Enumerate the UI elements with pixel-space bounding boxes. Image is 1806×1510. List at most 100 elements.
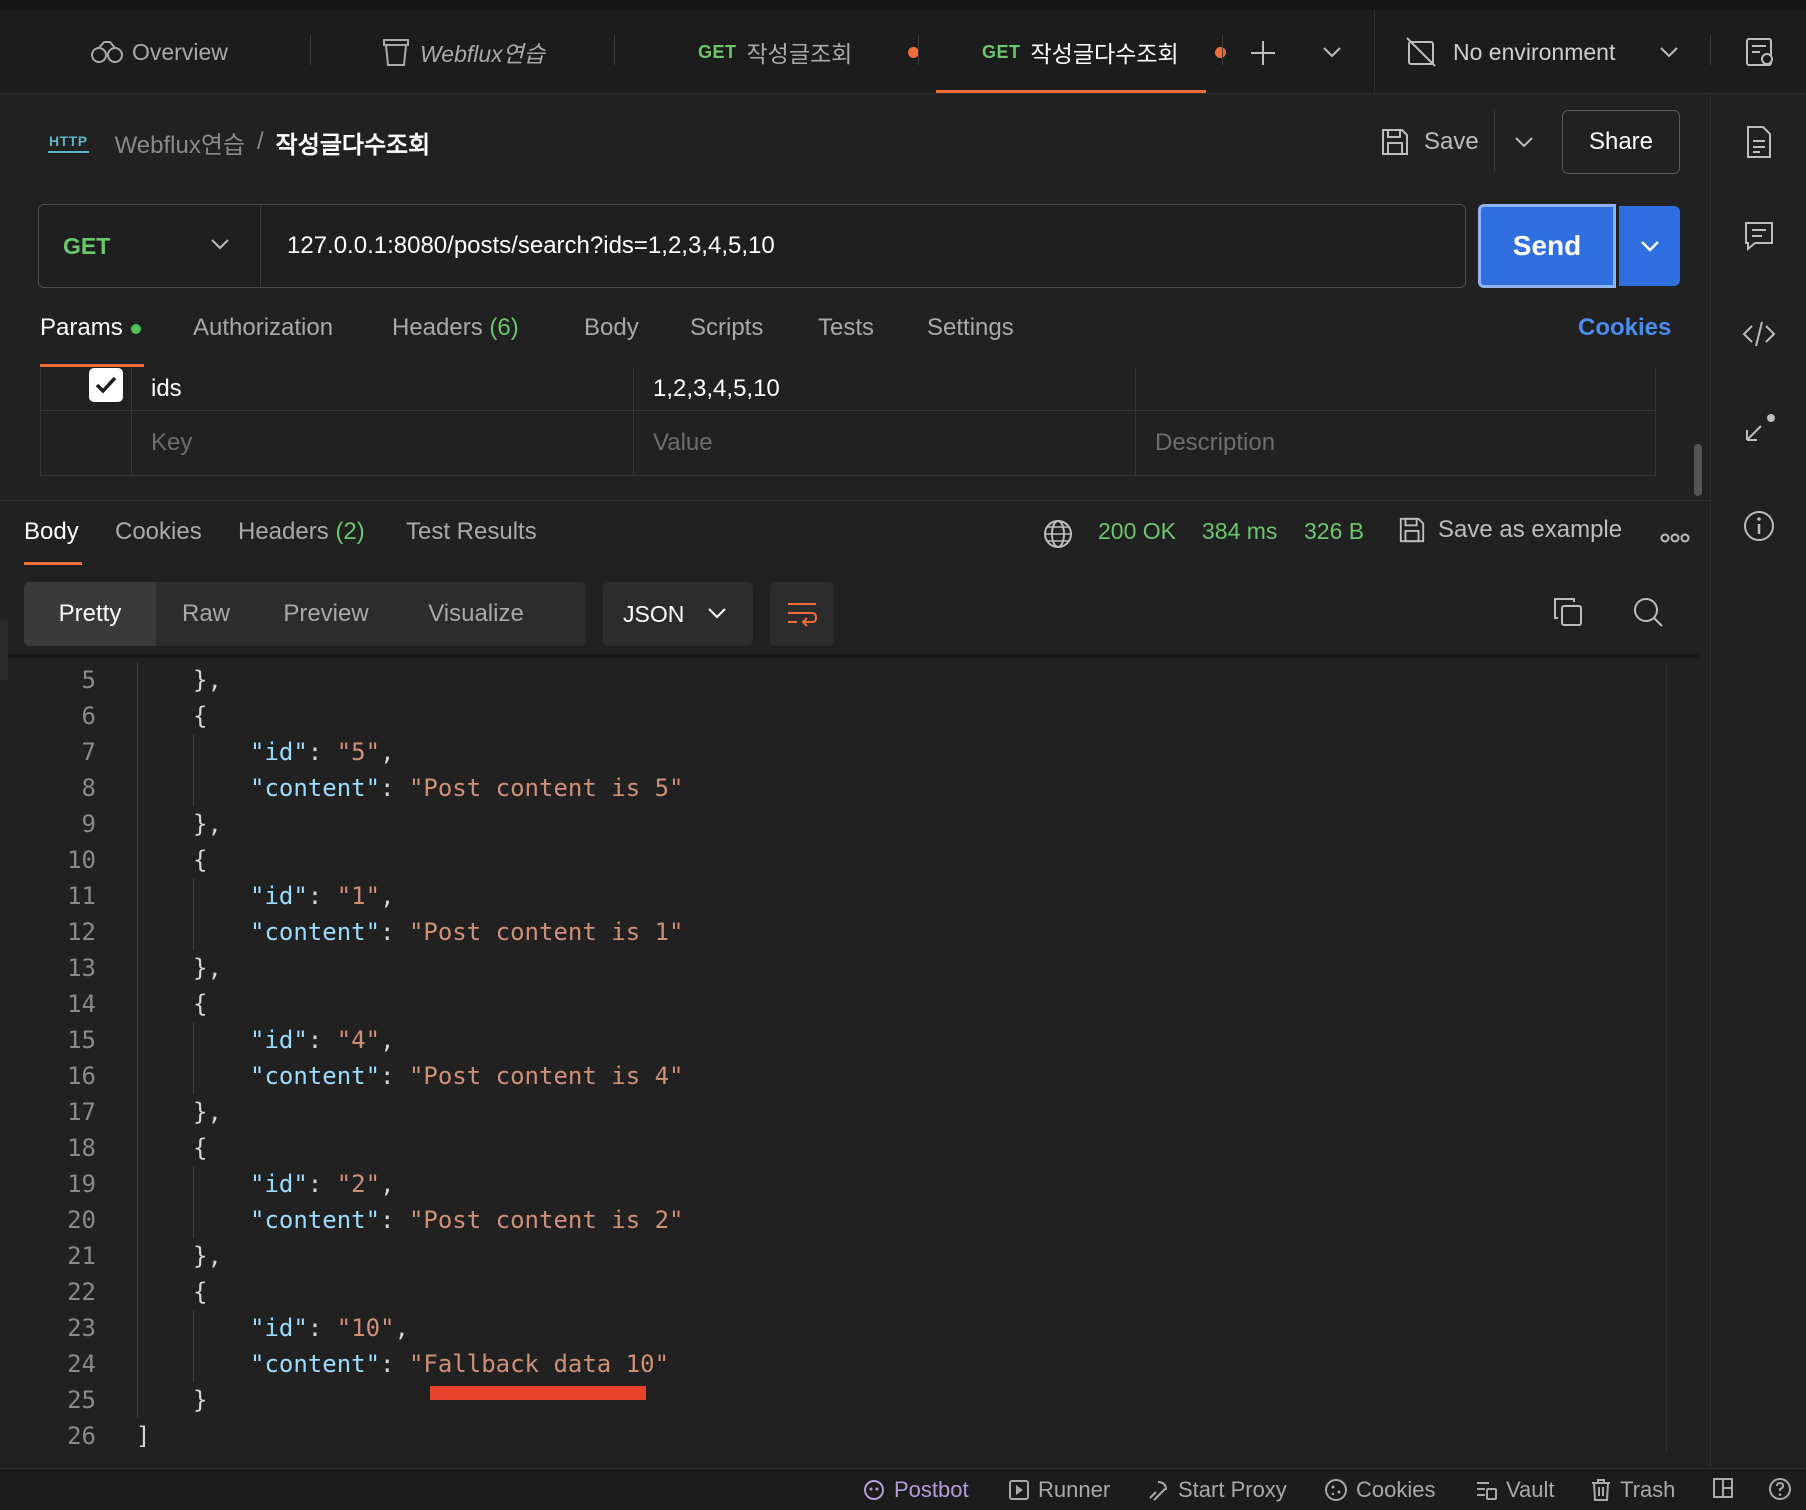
- view-pretty[interactable]: Pretty: [24, 582, 156, 646]
- breadcrumb-parent[interactable]: Webflux연습: [115, 125, 245, 160]
- environment-quicklook-icon[interactable]: [1744, 36, 1776, 68]
- code-token: ,: [380, 882, 395, 910]
- code-line: 24 "content": "Fallback data 10": [0, 1346, 1690, 1382]
- code-text: ]: [136, 1418, 150, 1454]
- tab-response-body[interactable]: Body: [24, 518, 79, 546]
- search-icon[interactable]: [1632, 596, 1664, 633]
- code-token: "id": [250, 1314, 308, 1342]
- tab-settings[interactable]: Settings: [927, 314, 1014, 342]
- wrap-lines-icon[interactable]: [770, 582, 834, 646]
- runner-button[interactable]: Runner: [1008, 1477, 1110, 1503]
- code-text: {: [193, 1130, 207, 1166]
- globe-icon[interactable]: [1042, 518, 1074, 550]
- format-selector[interactable]: JSON: [603, 582, 753, 646]
- code-token: "id": [250, 1026, 308, 1054]
- code-text: },: [193, 1094, 222, 1130]
- tab-body[interactable]: Body: [584, 314, 639, 342]
- left-panel-handle[interactable]: [0, 620, 8, 680]
- param-key-input[interactable]: Key: [151, 411, 192, 474]
- save-options-chevron-icon[interactable]: [1506, 124, 1542, 160]
- code-icon[interactable]: [1739, 314, 1779, 354]
- code-token: "Fallback data 10": [408, 1350, 670, 1378]
- checkbox-icon[interactable]: [89, 368, 123, 402]
- view-preview[interactable]: Preview: [256, 582, 396, 646]
- method-selector[interactable]: GET: [39, 205, 261, 287]
- help-icon[interactable]: [1768, 1477, 1800, 1501]
- trash-button[interactable]: Trash: [1590, 1477, 1675, 1503]
- status-bar: Postbot Runner Start Proxy Cookies Vault…: [0, 1468, 1806, 1510]
- tab-headers[interactable]: Headers (6): [392, 314, 519, 342]
- response-status[interactable]: 200 OK: [1098, 518, 1176, 545]
- tab-request-single[interactable]: GET 작성글조회: [698, 10, 920, 94]
- send-options-chevron-icon[interactable]: [1619, 206, 1680, 286]
- param-description-input[interactable]: Description: [1155, 411, 1275, 474]
- code-token: "10": [336, 1314, 395, 1342]
- code-token: "1": [336, 882, 381, 910]
- comments-icon[interactable]: [1739, 216, 1779, 256]
- param-value-input[interactable]: Value: [653, 411, 713, 474]
- tab-params[interactable]: Params: [40, 314, 141, 342]
- info-icon[interactable]: [1739, 506, 1779, 546]
- response-time[interactable]: 384 ms: [1202, 518, 1277, 545]
- environment-selector[interactable]: No environment: [1374, 10, 1724, 94]
- start-proxy-label: Start Proxy: [1178, 1477, 1287, 1502]
- code-header-shadow: [8, 654, 1698, 658]
- chevron-down-icon[interactable]: [1320, 42, 1344, 62]
- code-text: "content": "Post content is 4": [250, 1058, 684, 1094]
- tab-response-cookies[interactable]: Cookies: [115, 518, 202, 546]
- code-line: 14 {: [0, 986, 1690, 1022]
- cookies-button[interactable]: Cookies: [1324, 1477, 1435, 1503]
- line-number: 9: [81, 810, 96, 838]
- response-size[interactable]: 326 B: [1304, 518, 1364, 545]
- request-title[interactable]: 작성글다수조회: [276, 125, 431, 160]
- code-text: {: [193, 986, 207, 1022]
- cookies-link[interactable]: Cookies: [1578, 314, 1671, 342]
- line-number: 7: [81, 738, 96, 766]
- postbot-icon: [864, 1480, 884, 1500]
- start-proxy-button[interactable]: Start Proxy: [1146, 1477, 1287, 1503]
- more-options-icon[interactable]: [1660, 524, 1690, 550]
- related-requests-icon[interactable]: [1739, 408, 1779, 448]
- code-scroll-edge: [1666, 662, 1667, 1452]
- url-input[interactable]: 127.0.0.1:8080/posts/search?ids=1,2,3,4,…: [287, 205, 775, 287]
- code-token: "id": [250, 882, 308, 910]
- save-button[interactable]: Save: [1380, 118, 1479, 166]
- two-pane-icon[interactable]: [1712, 1477, 1742, 1499]
- line-number: 16: [67, 1062, 96, 1090]
- tab-collection[interactable]: Webflux연습: [382, 10, 545, 94]
- line-number: 22: [67, 1278, 96, 1306]
- tab-response-headers[interactable]: Headers (2): [238, 518, 365, 546]
- param-key[interactable]: ids: [151, 368, 182, 410]
- save-as-example-button[interactable]: Save as example: [1398, 516, 1622, 544]
- tab-scripts[interactable]: Scripts: [690, 314, 763, 342]
- copy-icon[interactable]: [1552, 596, 1584, 633]
- code-token: "content": [250, 1062, 381, 1090]
- postbot-button[interactable]: Postbot: [862, 1477, 969, 1503]
- view-visualize[interactable]: Visualize: [396, 582, 556, 646]
- response-divider[interactable]: [0, 500, 1710, 501]
- response-body-code[interactable]: 5}, 6{7 "id": "5", 8 "content": "Post conten…: [0, 662, 1690, 1462]
- tab-request-multi[interactable]: GET 작성글다수조회: [982, 10, 1226, 94]
- tab-test-results[interactable]: Test Results: [406, 518, 537, 546]
- code-line: 23 "id": "10",: [0, 1310, 1690, 1346]
- line-number: 24: [67, 1350, 96, 1378]
- url-bar: GET 127.0.0.1:8080/posts/search?ids=1,2,…: [38, 204, 1466, 288]
- code-line: 16 "content": "Post content is 4": [0, 1058, 1690, 1094]
- code-line: 12 "content": "Post content is 1": [0, 914, 1690, 950]
- code-token: "content": [250, 1206, 381, 1234]
- tab-overview[interactable]: Overview: [90, 10, 228, 94]
- tab-tests[interactable]: Tests: [818, 314, 874, 342]
- save-label: Save: [1424, 128, 1479, 155]
- tab-authorization[interactable]: Authorization: [193, 314, 333, 342]
- params-scrollbar[interactable]: [1694, 444, 1702, 496]
- code-token: :: [380, 1206, 409, 1234]
- docs-icon[interactable]: [1739, 122, 1779, 162]
- vault-label: Vault: [1506, 1477, 1555, 1502]
- plus-icon[interactable]: [1248, 38, 1278, 68]
- send-button[interactable]: Send: [1478, 204, 1616, 288]
- share-button[interactable]: Share: [1562, 110, 1680, 174]
- code-token: "Post content is 2": [408, 1206, 684, 1234]
- vault-button[interactable]: Vault: [1474, 1477, 1555, 1503]
- view-raw[interactable]: Raw: [156, 582, 256, 646]
- param-value[interactable]: 1,2,3,4,5,10: [653, 368, 780, 410]
